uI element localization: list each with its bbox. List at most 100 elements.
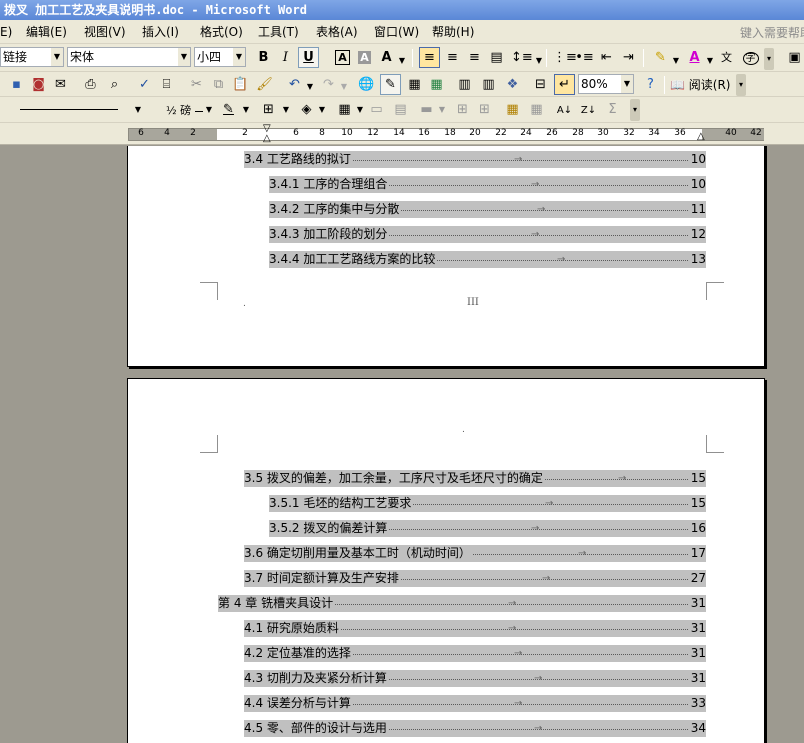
distribute-rows-button[interactable]: ⊞ bbox=[452, 99, 473, 120]
toc-entry[interactable]: 3.4.2 工序的集中与分散 → 11 bbox=[269, 201, 706, 218]
menu-format[interactable]: 格式(O) bbox=[200, 24, 243, 41]
document-page[interactable]: 3.4 工艺路线的拟订 → 10 3.4.1 工序的合理组合 → 10 3.4.… bbox=[127, 146, 765, 367]
hanging-indent-marker[interactable]: △ bbox=[263, 133, 271, 144]
right-indent-marker[interactable]: △ bbox=[697, 131, 705, 142]
chevron-down-icon[interactable]: ▼ bbox=[438, 105, 446, 114]
char-scaling-button[interactable]: A bbox=[376, 47, 397, 68]
align-right-button[interactable]: ≡ bbox=[464, 47, 485, 68]
chevron-down-icon[interactable]: ▼ bbox=[340, 82, 348, 91]
help-search-input[interactable]: 键入需要帮助 bbox=[740, 24, 804, 41]
columns-button[interactable]: ▥ bbox=[454, 74, 475, 95]
toc-entry[interactable]: 3.5.1 毛坯的结构工艺要求 → 15 bbox=[269, 495, 706, 512]
style-combo[interactable]: 链接 ▼ bbox=[0, 47, 64, 67]
help-button[interactable]: ? bbox=[640, 74, 661, 95]
document-map-button[interactable]: ❖ bbox=[502, 74, 523, 95]
menu-help[interactable]: 帮助(H) bbox=[432, 24, 474, 41]
chevron-down-icon[interactable]: ▼ bbox=[535, 56, 543, 65]
chevron-down-icon[interactable]: ▼ bbox=[134, 105, 142, 114]
toc-entry[interactable]: 4.2 定位基准的选择 → 31 bbox=[244, 645, 706, 662]
toc-entry[interactable]: 4.1 研究原始质料 → 31 bbox=[244, 620, 706, 637]
insert-table-toolbar-button[interactable]: ▦ bbox=[334, 99, 355, 120]
highlight-button[interactable]: ✎ bbox=[650, 47, 671, 68]
chevron-down-icon[interactable]: ▼ bbox=[706, 56, 714, 65]
insert-table-button[interactable]: ▦ bbox=[404, 74, 425, 95]
undo-button[interactable]: ↶ bbox=[284, 74, 305, 95]
toc-entry[interactable]: 4.3 切削力及夹紧分析计算 → 31 bbox=[244, 670, 706, 687]
print-button[interactable]: ⎙ bbox=[80, 74, 101, 95]
menu-tools[interactable]: 工具(T) bbox=[258, 24, 299, 41]
copy-button[interactable]: ⧉ bbox=[208, 74, 229, 95]
align-justify-button[interactable]: ≡ bbox=[419, 47, 440, 68]
shading-color-button[interactable]: ◈ bbox=[296, 99, 317, 120]
redo-button[interactable]: ↷ bbox=[318, 74, 339, 95]
chevron-down-icon[interactable]: ▼ bbox=[356, 105, 364, 114]
chevron-down-icon[interactable]: ▼ bbox=[233, 48, 245, 66]
numbering-button[interactable]: ⋮≡ bbox=[552, 47, 577, 68]
font-color-button[interactable]: A bbox=[684, 47, 705, 68]
permission-button[interactable]: ◙ bbox=[28, 74, 49, 95]
increase-indent-button[interactable]: ⇥ bbox=[618, 47, 639, 68]
picture-button[interactable]: ▣ bbox=[784, 47, 804, 68]
toc-entry[interactable]: 3.4.1 工序的合理组合 → 10 bbox=[269, 176, 706, 193]
spelling-button[interactable]: ✓ bbox=[134, 74, 155, 95]
toc-entry[interactable]: 4.4 误差分析与计算 → 33 bbox=[244, 695, 706, 712]
line-weight-combo[interactable]: ½ 磅 bbox=[166, 102, 203, 118]
format-painter-button[interactable]: 🖌 bbox=[254, 74, 275, 95]
zoom-combo[interactable]: 80% ▼ bbox=[578, 74, 634, 94]
hyperlink-button[interactable]: 🌐 bbox=[356, 74, 377, 95]
autofit-button[interactable]: ▦ bbox=[526, 99, 547, 120]
char-border-button[interactable]: A bbox=[332, 47, 353, 68]
tables-borders-button[interactable]: ✎ bbox=[380, 74, 401, 95]
chevron-down-icon[interactable]: ▼ bbox=[51, 48, 63, 66]
toc-entry[interactable]: 3.4.4 加工工艺路线方案的比较 → 13 bbox=[269, 251, 706, 268]
chevron-down-icon[interactable]: ▼ bbox=[306, 82, 314, 91]
email-button[interactable]: ✉ bbox=[50, 74, 71, 95]
border-color-button[interactable]: ✎ bbox=[218, 99, 239, 120]
chevron-down-icon[interactable]: ▼ bbox=[672, 56, 680, 65]
chevron-down-icon[interactable]: ▼ bbox=[282, 105, 290, 114]
menu-file-partial[interactable]: E) bbox=[0, 24, 12, 41]
chevron-down-icon[interactable]: ▼ bbox=[205, 105, 213, 114]
merge-cells-button[interactable]: ▭ bbox=[366, 99, 387, 120]
italic-button[interactable]: I bbox=[275, 47, 296, 68]
toc-entry[interactable]: 3.6 确定切削用量及基本工时（机动时间） → 17 bbox=[244, 545, 706, 562]
char-shading-button[interactable]: A bbox=[354, 47, 375, 68]
chevron-down-icon[interactable]: ▼ bbox=[398, 56, 406, 65]
distribute-columns-button[interactable]: ⊞ bbox=[474, 99, 495, 120]
toc-entry[interactable]: 第 4 章 铣槽夹具设计 → 31 bbox=[218, 595, 706, 612]
bold-button[interactable]: B bbox=[253, 47, 274, 68]
align-center-button[interactable]: ≡ bbox=[442, 47, 463, 68]
table-autoformat-button[interactable]: ▦ bbox=[502, 99, 523, 120]
toc-entry[interactable]: 3.4.3 加工阶段的划分 → 12 bbox=[269, 226, 706, 243]
menu-view[interactable]: 视图(V) bbox=[84, 24, 126, 41]
font-size-combo[interactable]: 小四 ▼ bbox=[194, 47, 246, 67]
align-cell-button[interactable]: ▬ bbox=[416, 99, 437, 120]
document-map-toggle-button[interactable]: ⊟ bbox=[530, 74, 551, 95]
show-hide-marks-button[interactable]: ↵ bbox=[554, 74, 575, 95]
sort-ascending-button[interactable]: A↓ bbox=[554, 99, 575, 120]
chevron-down-icon[interactable]: ▼ bbox=[621, 75, 633, 93]
underline-button[interactable]: U bbox=[298, 47, 319, 68]
document-area[interactable]: 3.4 工艺路线的拟订 → 10 3.4.1 工序的合理组合 → 10 3.4.… bbox=[0, 146, 804, 743]
toc-entry[interactable]: 3.4 工艺路线的拟订 → 10 bbox=[244, 151, 706, 168]
phonetic-guide-button[interactable]: 文 bbox=[716, 47, 737, 68]
menu-insert[interactable]: 插入(I) bbox=[142, 24, 179, 41]
toc-entry[interactable]: 3.7 时间定额计算及生产安排 → 27 bbox=[244, 570, 706, 587]
split-cells-button[interactable]: ▤ bbox=[390, 99, 411, 120]
toolbar-options-button[interactable]: ▾ bbox=[630, 99, 640, 121]
menu-window[interactable]: 窗口(W) bbox=[374, 24, 419, 41]
chevron-down-icon[interactable]: ▼ bbox=[178, 48, 190, 66]
line-spacing-button[interactable]: ↕≡ bbox=[510, 47, 533, 68]
drawing-toggle-button[interactable]: ▥ bbox=[478, 74, 499, 95]
sort-descending-button[interactable]: Z↓ bbox=[578, 99, 599, 120]
borders-button[interactable]: ⊞ bbox=[258, 99, 279, 120]
document-page[interactable]: . 3.5 拨叉的偏差，加工余量，工序尺寸及毛坯尺寸的确定 → 15 3.5.1… bbox=[127, 378, 765, 743]
read-mode-button[interactable]: 📖 阅读(R) bbox=[670, 76, 730, 93]
save-button[interactable]: ▪ bbox=[6, 74, 27, 95]
horizontal-ruler[interactable]: 6 4 2 2 6 8 10 12 14 16 18 20 22 24 26 2… bbox=[0, 123, 804, 145]
cut-button[interactable]: ✂ bbox=[186, 74, 207, 95]
print-preview-button[interactable]: ⌕ bbox=[104, 74, 125, 95]
toc-entry[interactable]: 3.5.2 拨叉的偏差计算 → 16 bbox=[269, 520, 706, 537]
distributed-button[interactable]: ▤ bbox=[486, 47, 507, 68]
chevron-down-icon[interactable]: ▼ bbox=[318, 105, 326, 114]
